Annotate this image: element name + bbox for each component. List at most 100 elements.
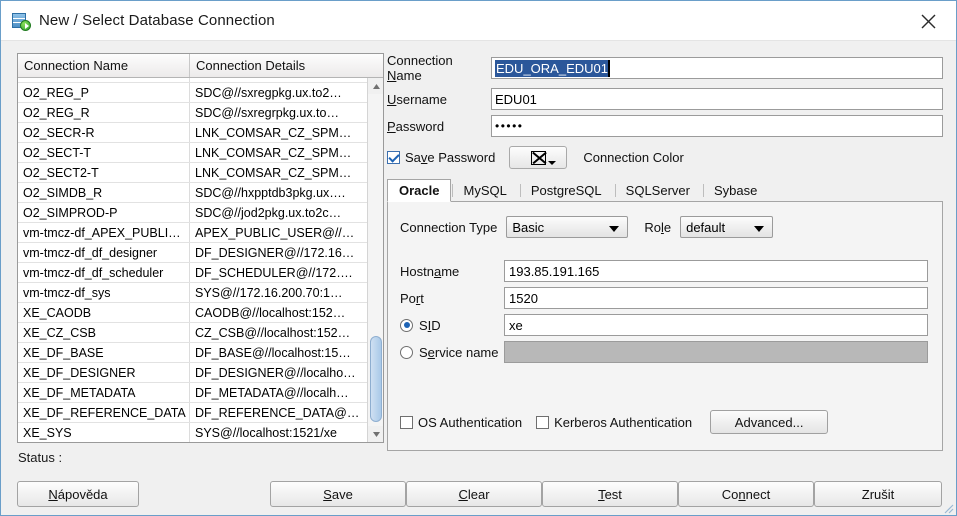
connection-list-header: Connection Name Connection Details (18, 54, 383, 78)
cell-connection-details: SDC@//jod2pkg.ux.to2c… (195, 205, 342, 220)
role-value: default (686, 219, 726, 235)
chevron-down-icon (754, 226, 765, 232)
cell-connection-name: XE_DF_REFERENCE_DATA (18, 403, 190, 422)
tab-sqlserver[interactable]: SQLServer (614, 179, 702, 201)
table-row[interactable]: O2_SIMPROD-P SDC@//jod2pkg.ux.to2c… (18, 203, 383, 223)
password-label: Password (387, 118, 445, 134)
column-header-connection-details[interactable]: Connection Details (190, 54, 368, 77)
scrollbar-thumb[interactable] (370, 336, 382, 422)
port-value: 1520 (509, 290, 538, 306)
cell-connection-name: vm-tmcz-df_sys (18, 283, 190, 302)
database-connection-icon (12, 12, 31, 31)
connection-list-scrollbar[interactable] (367, 78, 383, 442)
table-row[interactable]: XE_DF_REFERENCE_DATA DF_REFERENCE_DATA@… (18, 403, 383, 423)
cell-connection-name: O2_REG_R (18, 103, 190, 122)
cell-connection-name: O2_SIMPROD-P (18, 203, 190, 222)
help-button[interactable]: Nápověda (17, 481, 139, 507)
cell-connection-details: SDC@//hxpptdb3pkg.ux…. (195, 185, 346, 200)
cell-connection-name: O2_SIMDB_R (18, 183, 190, 202)
table-row[interactable]: vm-tmcz-df_APEX_PUBLI… APEX_PUBLIC_USER@/… (18, 223, 383, 243)
table-row[interactable]: XE_CZ_CSB CZ_CSB@//localhost:152… (18, 323, 383, 343)
cell-connection-name: XE_CZ_CSB (18, 323, 190, 342)
cell-connection-name: O2_SECT2-T (18, 163, 190, 182)
connection-name-input[interactable]: EDU_ORA_EDU01 (491, 57, 943, 79)
cell-connection-details: LNK_COMSAR_CZ_SPM… (195, 145, 352, 160)
kerberos-authentication-checkbox[interactable] (536, 415, 550, 429)
connection-list-panel: Connection Name Connection Details O2_RE… (17, 53, 384, 443)
hostname-label: Hostname (400, 263, 460, 279)
table-row[interactable]: XE_DF_BASE DF_BASE@//localhost:15… (18, 343, 383, 363)
username-input[interactable]: EDU01 (491, 88, 943, 110)
service-name-row: Service name (400, 341, 930, 363)
sid-value: xe (509, 317, 523, 333)
advanced-button[interactable]: Advanced... (710, 410, 829, 434)
connection-type-select[interactable]: Basic (506, 216, 629, 238)
table-row[interactable]: vm-tmcz-df_df_scheduler DF_SCHEDULER@//17… (18, 263, 383, 283)
table-row[interactable]: XE_DF_DESIGNER DF_DESIGNER@//localho… (18, 363, 383, 383)
clear-button[interactable]: Clear (406, 481, 542, 507)
chevron-down-icon (548, 161, 557, 165)
scroll-up-icon[interactable] (368, 78, 383, 94)
column-header-connection-name[interactable]: Connection Name (18, 54, 190, 77)
hostname-row: Hostname 193.85.191.165 (400, 260, 930, 282)
cell-connection-details: SDC@//sxregpkg.ux.to2… (195, 85, 342, 100)
oracle-connection-fields: Hostname 193.85.191.165 Port 1520 SID xe… (400, 260, 930, 363)
cell-connection-name: XE_DF_BASE (18, 343, 190, 362)
tab-sybase[interactable]: Sybase (702, 179, 769, 201)
connection-color-button[interactable] (509, 146, 568, 169)
port-label: Port (400, 290, 424, 306)
password-row: Password ••••• (387, 115, 943, 137)
connection-color-label: Connection Color (583, 150, 684, 165)
password-value: ••••• (495, 119, 524, 133)
scroll-down-icon[interactable] (368, 426, 383, 442)
table-row[interactable]: O2_REG_P SDC@//sxregpkg.ux.to2… (18, 83, 383, 103)
table-row[interactable]: XE_CAODB CAODB@//localhost:152… (18, 303, 383, 323)
connection-list-rows: O2_REG_P SDC@//sxregpkg.ux.to2… O2_REG_R SD… (18, 78, 383, 442)
status-label: Status : (18, 450, 63, 465)
cell-connection-name: XE_SYS (18, 423, 190, 442)
role-select[interactable]: default (680, 216, 774, 238)
resize-grip-icon[interactable] (940, 500, 954, 514)
sid-input[interactable]: xe (504, 314, 928, 336)
table-row[interactable]: O2_SECT-T LNK_COMSAR_CZ_SPM… (18, 143, 383, 163)
tab-oracle[interactable]: Oracle (387, 179, 452, 202)
table-row[interactable]: XE_SYS SYS@//localhost:1521/xe (18, 423, 383, 442)
service-name-radio[interactable] (400, 345, 413, 359)
oracle-tab-panel: Connection Type Basic Role default Hostn… (387, 201, 943, 451)
table-row[interactable]: vm-tmcz-df_sys SYS@//172.16.200.70:1… (18, 283, 383, 303)
table-row[interactable]: O2_SIMDB_R SDC@//hxpptdb3pkg.ux…. (18, 183, 383, 203)
cell-connection-details: DF_BASE@//localhost:15… (195, 345, 351, 360)
table-row[interactable]: vm-tmcz-df_df_designer DF_DESIGNER@//172.… (18, 243, 383, 263)
sid-row: SID xe (400, 314, 930, 336)
cell-connection-name: O2_SECT-T (18, 143, 190, 162)
close-icon[interactable] (908, 6, 948, 36)
service-name-input (504, 341, 928, 363)
sid-radio[interactable] (400, 318, 413, 332)
cell-connection-name (18, 78, 190, 82)
table-row[interactable]: O2_SECT2-T LNK_COMSAR_CZ_SPM… (18, 163, 383, 183)
hostname-input[interactable]: 193.85.191.165 (504, 260, 928, 282)
connection-type-row: Connection Type Basic Role default (400, 216, 930, 238)
cancel-button[interactable]: Zrušit (814, 481, 942, 507)
save-button[interactable]: Save (270, 481, 406, 507)
password-input[interactable]: ••••• (491, 115, 943, 137)
database-type-tabs: Oracle MySQL PostgreSQL SQLServer Sybase (387, 178, 943, 202)
cell-connection-name: vm-tmcz-df_df_scheduler (18, 263, 190, 282)
connect-button[interactable]: Connect (678, 481, 814, 507)
hostname-value: 193.85.191.165 (509, 263, 600, 279)
table-row[interactable]: O2_REG_R SDC@//sxregrpkg.ux.to… (18, 103, 383, 123)
table-row[interactable]: XE_DF_METADATA DF_METADATA@//localh… (18, 383, 383, 403)
save-password-label: Save Password (405, 150, 496, 165)
port-input[interactable]: 1520 (504, 287, 928, 309)
tab-mysql[interactable]: MySQL (451, 179, 518, 201)
test-button[interactable]: Test (542, 481, 678, 507)
os-authentication-checkbox[interactable] (400, 415, 413, 429)
cell-connection-details: LNK_COMSAR_CZ_SPM… (195, 165, 352, 180)
port-row: Port 1520 (400, 287, 930, 309)
cell-connection-details: DF_SCHEDULER@//172…. (195, 265, 353, 280)
tab-postgresql[interactable]: PostgreSQL (519, 179, 614, 201)
connection-name-value: EDU_ORA_EDU01 (495, 59, 610, 77)
save-password-checkbox[interactable] (387, 151, 400, 164)
table-row[interactable]: O2_SECR-R LNK_COMSAR_CZ_SPM… (18, 123, 383, 143)
username-label: Username (387, 91, 447, 107)
